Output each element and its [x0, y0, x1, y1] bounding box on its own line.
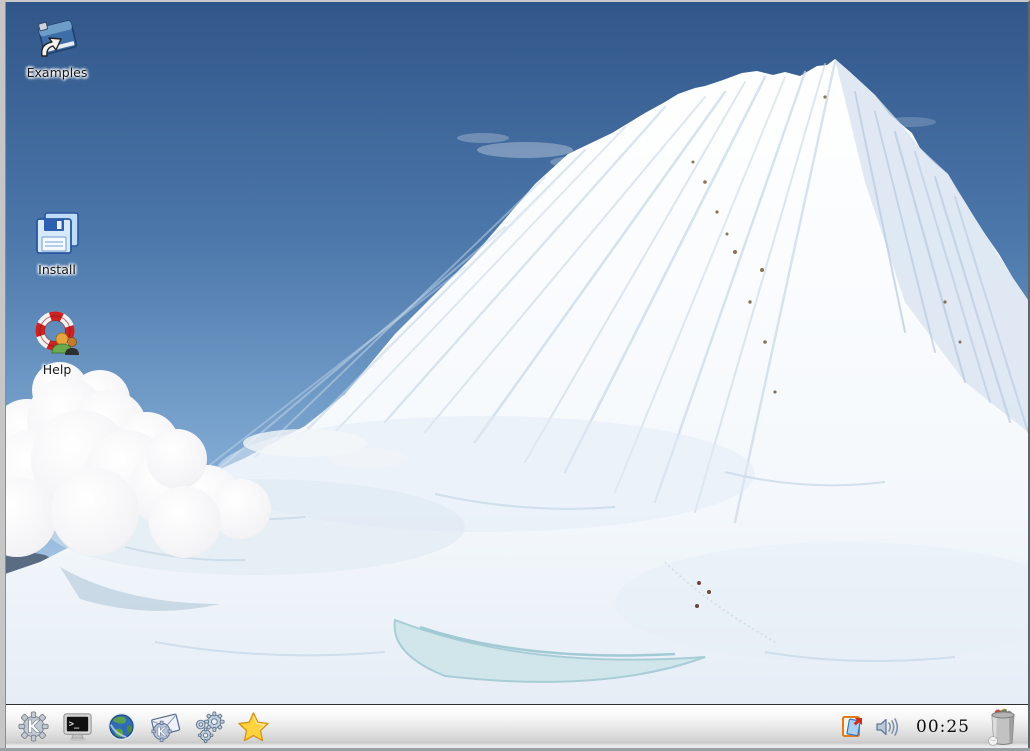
web-browser-globe-icon: [105, 710, 138, 743]
svg-text:K: K: [157, 724, 168, 739]
konsole-terminal-icon: >_: [61, 710, 94, 743]
desktop-icon-install[interactable]: Install: [14, 209, 100, 278]
trash-button[interactable]: [984, 707, 1022, 747]
desktop-icon-label: Examples: [27, 65, 88, 80]
install-floppy-icon: [32, 209, 82, 259]
desktop-icon-examples[interactable]: Examples: [14, 12, 100, 81]
kmenu-button[interactable]: K: [16, 709, 51, 744]
screen-frame: Examples Install: [0, 0, 1030, 748]
web-browser-button[interactable]: [104, 709, 139, 744]
desktop-icon-help[interactable]: Help: [14, 309, 100, 378]
panel-clock[interactable]: 00:25: [908, 717, 976, 737]
bookmark-star-button[interactable]: [236, 709, 271, 744]
svg-text:K: K: [27, 717, 41, 736]
quick-launch-area: K >_: [9, 709, 271, 744]
kmenu-icon: K: [17, 710, 50, 743]
examples-book-link-icon: [32, 12, 82, 62]
volume-speaker-icon: [874, 714, 900, 740]
help-lifebuoy-icon: [32, 309, 82, 359]
konsole-button[interactable]: >_: [60, 709, 95, 744]
desktop: Examples Install: [5, 2, 1028, 704]
desktop-icon-label: Install: [38, 262, 76, 277]
svg-text:>_: >_: [69, 720, 80, 730]
volume-button[interactable]: [874, 714, 900, 740]
bookmark-star-icon: [237, 710, 270, 743]
desktop-icon-label: Help: [43, 362, 72, 377]
trash-full-icon: [984, 707, 1022, 747]
kontact-mail-icon: K: [149, 710, 182, 743]
wallpaper-mountain-image: [5, 2, 1028, 704]
klipper-clipboard-icon: [840, 714, 866, 740]
system-settings-gears-icon: [193, 710, 226, 743]
system-settings-button[interactable]: [192, 709, 227, 744]
klipper-button[interactable]: [840, 714, 866, 740]
kontact-button[interactable]: K: [148, 709, 183, 744]
system-tray: 00:25: [840, 707, 1028, 747]
taskbar-panel: K >_: [5, 704, 1028, 748]
